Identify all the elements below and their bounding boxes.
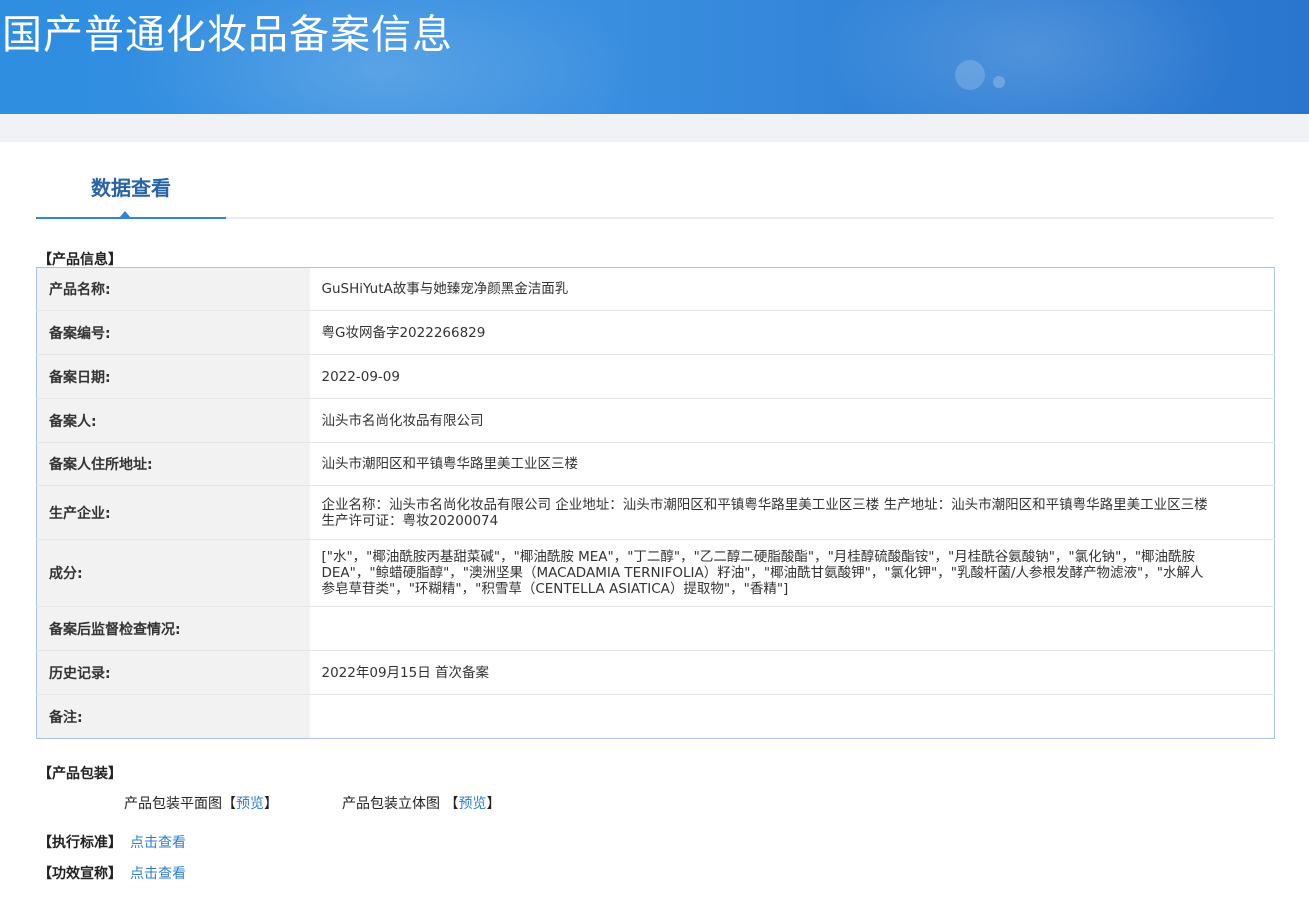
package-3d-image: 产品包装立体图 【预览】 [342,793,500,813]
standards-row: 【执行标准】 点击查看 [38,832,186,852]
page-title: 国产普通化妆品备案信息 [2,12,453,58]
package-3d-label: 产品包装立体图 [342,796,440,812]
bracket-open: 【 [222,796,236,812]
table-row: 备案人: 汕头市名尚化妆品有限公司 [36,398,1275,443]
tab-label: 数据查看 [91,176,171,200]
row-label: 备案编号: [36,310,310,355]
header-banner: 国产普通化妆品备案信息 [0,0,1309,114]
package-flat-image: 产品包装平面图【预览】 [124,793,278,813]
row-label: 备注: [36,694,310,739]
row-value [309,694,1275,739]
row-value: 汕头市名尚化妆品有限公司 [309,398,1275,443]
table-row: 备案后监督检查情况: [36,606,1275,651]
product-info-table: 产品名称: GuSHiYutA故事与她臻宠净颜黑金洁面乳 备案编号: 粤G妆网备… [36,267,1275,739]
banner-decoration-dot [955,60,985,90]
tab-data-view[interactable]: 数据查看 [36,172,226,219]
row-value: 汕头市潮阳区和平镇粤华路里美工业区三楼 [309,442,1275,486]
banner-decoration [820,0,1240,114]
section-title-product-info: 【产品信息】 [38,252,122,268]
row-value: 2022-09-09 [309,354,1275,399]
row-label: 备案人: [36,398,310,443]
table-row: 成分: ["水"，"椰油酰胺丙基甜菜碱"，"椰油酰胺 MEA"，"丁二醇"，"乙… [36,539,1275,607]
standards-view-link[interactable]: 点击查看 [130,835,186,851]
efficacy-row: 【功效宣称】 点击查看 [38,863,186,883]
section-title-packaging: 【产品包装】 [38,766,122,782]
table-row: 备注: [36,694,1275,739]
standards-label: 【执行标准】 [38,835,122,851]
row-value [309,606,1275,651]
bracket-open: 【 [444,796,459,812]
row-value: 粤G妆网备字2022266829 [309,310,1275,355]
table-row: 历史记录: 2022年09月15日 首次备案 [36,650,1275,695]
row-value: 2022年09月15日 首次备案 [309,650,1275,695]
row-label: 历史记录: [36,650,310,695]
bracket-close: 】 [486,796,501,812]
banner-decoration-dot [993,76,1005,88]
table-row: 备案人住所地址: 汕头市潮阳区和平镇粤华路里美工业区三楼 [36,442,1275,486]
table-row: 备案编号: 粤G妆网备字2022266829 [36,310,1275,355]
tab-caret-icon [119,211,131,218]
package-flat-label: 产品包装平面图 [124,796,222,812]
row-value: 企业名称：汕头市名尚化妆品有限公司 企业地址：汕头市潮阳区和平镇粤华路里美工业区… [309,485,1275,540]
table-row: 产品名称: GuSHiYutA故事与她臻宠净颜黑金洁面乳 [36,267,1275,311]
row-label: 备案人住所地址: [36,442,310,486]
content-card: 数据查看 【产品信息】 产品名称: GuSHiYutA故事与她臻宠净颜黑金洁面乳… [0,142,1309,901]
preview-3d-link[interactable]: 预览 [458,796,486,812]
row-label: 备案日期: [36,354,310,399]
efficacy-view-link[interactable]: 点击查看 [130,866,186,882]
row-label: 成分: [36,539,310,607]
row-value: ["水"，"椰油酰胺丙基甜菜碱"，"椰油酰胺 MEA"，"丁二醇"，"乙二醇二硬… [309,539,1275,607]
preview-flat-link[interactable]: 预览 [236,796,264,812]
efficacy-label: 【功效宣称】 [38,866,122,882]
table-row: 备案日期: 2022-09-09 [36,354,1275,399]
bracket-close: 】 [264,796,278,812]
row-label: 产品名称: [36,267,310,311]
table-row: 生产企业: 企业名称：汕头市名尚化妆品有限公司 企业地址：汕头市潮阳区和平镇粤华… [36,485,1275,540]
tab-bar: 数据查看 [36,172,1274,219]
row-label: 备案后监督检查情况: [36,606,310,651]
row-label: 生产企业: [36,485,310,540]
row-value: GuSHiYutA故事与她臻宠净颜黑金洁面乳 [321,281,569,297]
